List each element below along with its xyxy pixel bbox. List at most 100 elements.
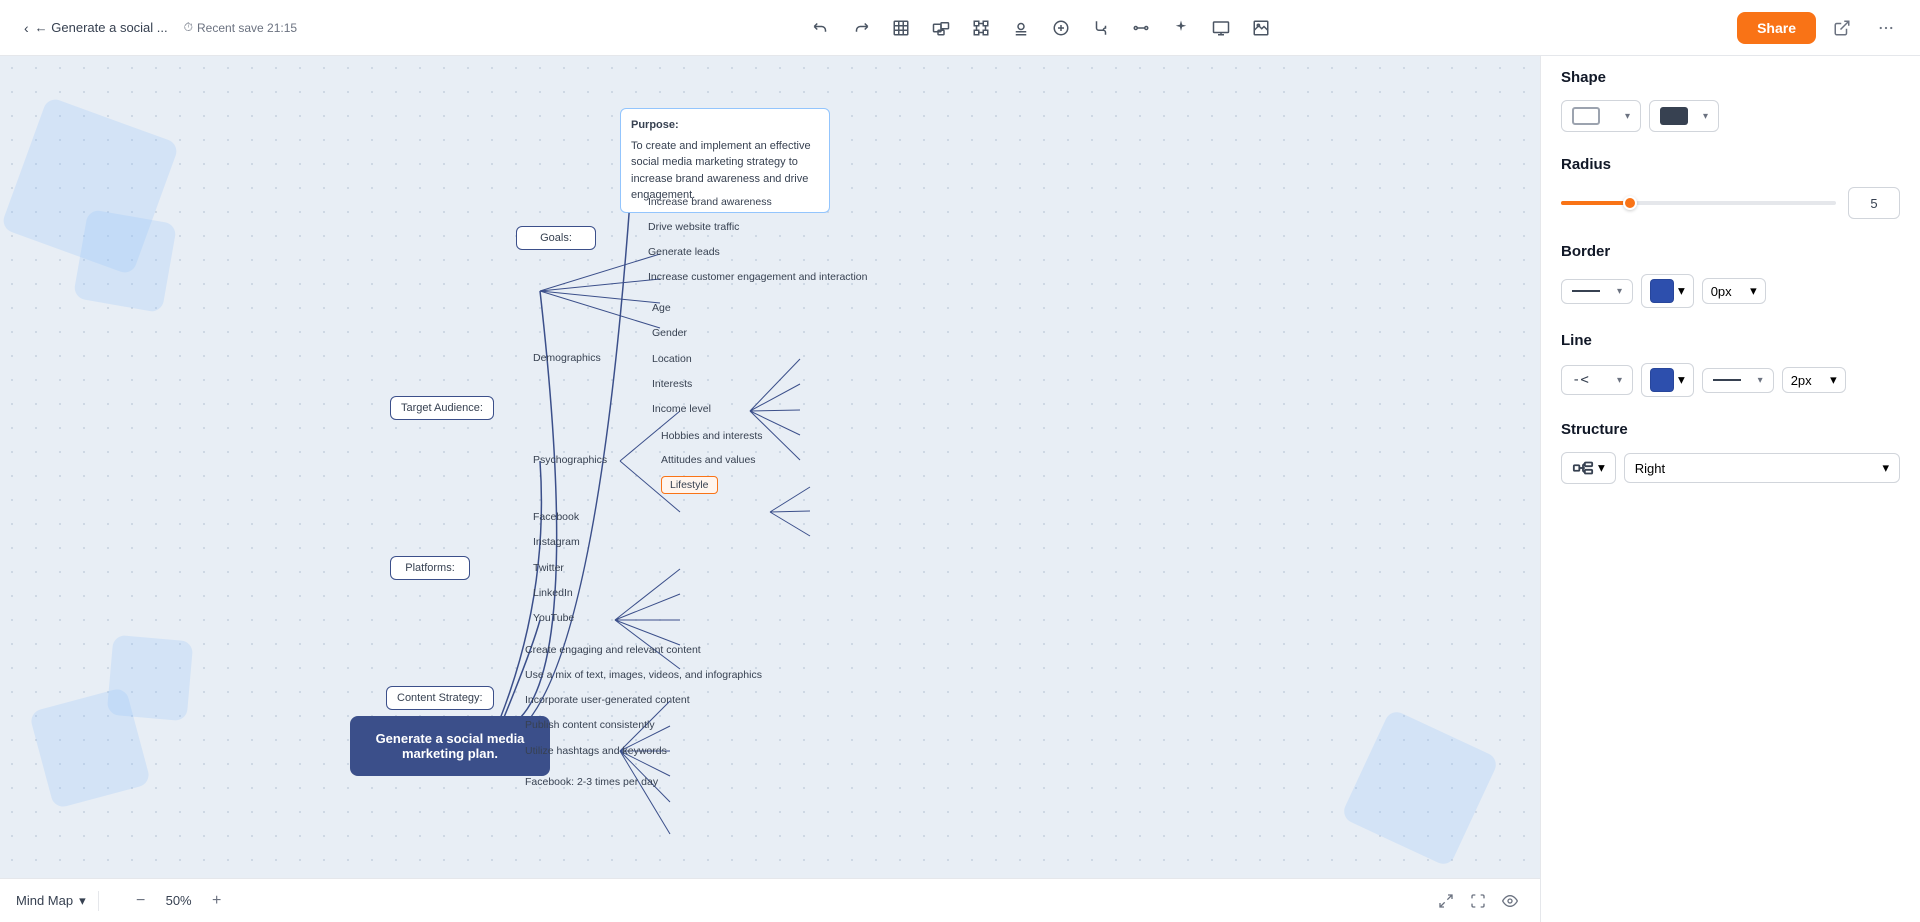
radius-input[interactable]: 5 [1848, 187, 1900, 219]
fit-screen-button[interactable] [1432, 887, 1460, 915]
map-type-chevron: ▾ [79, 893, 86, 909]
toolbar: ‹ ← Generate a social ... ⏱ Recent save … [0, 0, 1920, 56]
line-style-dash [1713, 379, 1741, 381]
toolbar-right: Share [1721, 10, 1920, 46]
goal-item-3: Generate leads [648, 246, 720, 258]
target-audience-node[interactable]: Target Audience: [390, 396, 494, 420]
line-size-dropdown[interactable]: 2px ▾ [1782, 367, 1846, 393]
panel-content: Shape ▾ ▾ Radius 5 [1541, 49, 1920, 922]
structure-icon [1572, 457, 1594, 479]
structure-direction-dropdown[interactable]: Right ▾ [1624, 453, 1900, 483]
group-tool-button[interactable] [923, 10, 959, 46]
more-button[interactable] [1868, 10, 1904, 46]
purpose-label: Purpose: [631, 117, 819, 134]
sparkle-tool-button[interactable] [1163, 10, 1199, 46]
platform-linkedin: LinkedIn [533, 587, 573, 599]
shape-color-dropdown[interactable]: ▾ [1649, 100, 1719, 132]
platform-youtube: YouTube [533, 612, 574, 624]
demo-interests: Interests [652, 378, 692, 390]
structure-controls: ▾ Right ▾ [1561, 452, 1900, 484]
platform-twitter: Twitter [533, 562, 564, 574]
shape-type-chevron: ▾ [1625, 111, 1630, 122]
line-arrow-dropdown[interactable]: -< ▾ [1561, 365, 1633, 395]
line-section: Line -< ▾ ▾ ▾ 2px ▾ [1561, 332, 1900, 397]
zoom-minus-button[interactable]: − [127, 887, 155, 915]
decorative-shape-4 [107, 635, 194, 722]
map-type-select[interactable]: Mind Map ▾ [16, 893, 86, 909]
line-style-dropdown[interactable]: ▾ [1702, 368, 1774, 393]
demo-age: Age [652, 302, 671, 314]
central-node[interactable]: Generate a social media marketing plan. [350, 716, 550, 776]
undo-button[interactable] [803, 10, 839, 46]
border-size-dropdown[interactable]: 0px ▾ [1702, 278, 1766, 304]
border-style-dropdown[interactable]: ▾ [1561, 279, 1633, 304]
zoom-level: 50% [159, 893, 199, 908]
shape-section: Shape ▾ ▾ [1561, 69, 1900, 132]
frame-tool-button[interactable] [883, 10, 919, 46]
back-button[interactable]: ‹ ← Generate a social ... [16, 16, 176, 40]
platforms-node[interactable]: Platforms: [390, 556, 470, 580]
shape-type-dropdown[interactable]: ▾ [1561, 100, 1641, 132]
line-title: Line [1561, 332, 1900, 349]
eye-button[interactable] [1496, 887, 1524, 915]
line-color-swatch [1650, 368, 1674, 392]
cs-item-4: Publish content consistently [525, 719, 655, 731]
border-color-button[interactable]: ▾ [1641, 274, 1694, 308]
goal-item-4: Increase customer engagement and interac… [648, 271, 867, 283]
bottom-icons [1432, 887, 1524, 915]
fullscreen-button[interactable] [1464, 887, 1492, 915]
shape-title: Shape [1561, 69, 1900, 86]
canvas[interactable]: Generate a social media marketing plan. … [0, 56, 1540, 878]
doc-title: ← Generate a social ... [35, 20, 168, 35]
connect-tool-button[interactable] [1123, 10, 1159, 46]
border-line-dash [1572, 290, 1600, 292]
stamp-tool-button[interactable] [1003, 10, 1039, 46]
shape-controls: ▾ ▾ [1561, 100, 1900, 132]
decorative-shape-2 [73, 209, 177, 313]
structure-icon-chevron: ▾ [1598, 460, 1605, 476]
content-strategy-node[interactable]: Content Strategy: [386, 686, 494, 710]
present-tool-button[interactable] [1203, 10, 1239, 46]
image-tool-button[interactable] [1243, 10, 1279, 46]
radius-slider-thumb[interactable] [1623, 196, 1637, 210]
line-style-chevron: ▾ [1758, 375, 1763, 386]
line-color-button[interactable]: ▾ [1641, 363, 1694, 397]
toolbar-center [360, 10, 1721, 46]
zoom-controls: − 50% + [127, 887, 231, 915]
border-color-swatch [1650, 279, 1674, 303]
border-color-chevron: ▾ [1678, 283, 1685, 299]
cs-item-3: Incorporate user-generated content [525, 694, 690, 706]
radius-title: Radius [1561, 156, 1900, 173]
save-icon: ⏱ [184, 20, 193, 35]
cs-item-2: Use a mix of text, images, videos, and i… [525, 669, 762, 681]
magic-tool-button[interactable] [963, 10, 999, 46]
structure-icon-button[interactable]: ▾ [1561, 452, 1616, 484]
redo-button[interactable] [843, 10, 879, 46]
zoom-plus-button[interactable]: + [203, 887, 231, 915]
demo-income: Income level [652, 403, 711, 415]
line-controls: -< ▾ ▾ ▾ 2px ▾ [1561, 363, 1900, 397]
radius-slider-fill [1561, 201, 1630, 205]
bottom-bar: Mind Map ▾ − 50% + [0, 878, 1540, 922]
goal-item-2: Drive website traffic [648, 221, 739, 233]
goals-node[interactable]: Goals: [516, 226, 596, 250]
share-button[interactable]: Share [1737, 12, 1816, 44]
border-size-chevron: ▾ [1750, 283, 1757, 299]
radius-section: Radius 5 [1561, 156, 1900, 219]
shape-color-preview [1660, 107, 1688, 125]
shape-color-chevron: ▾ [1703, 111, 1708, 122]
goal-item-1: Increase brand awareness [648, 196, 772, 208]
border-section: Border ▾ ▾ 0px ▾ [1561, 243, 1900, 308]
lifestyle-node[interactable]: Lifestyle [661, 476, 718, 494]
radius-slider-track[interactable] [1561, 201, 1836, 205]
line-arrow-chevron: ▾ [1617, 375, 1622, 386]
border-title: Border [1561, 243, 1900, 260]
radius-slider-row: 5 [1561, 187, 1900, 219]
psycho-attitudes: Attitudes and values [661, 454, 756, 466]
add-tool-button[interactable] [1043, 10, 1079, 46]
purpose-text: To create and implement an effective soc… [631, 138, 819, 204]
structure-title: Structure [1561, 421, 1900, 438]
back-icon: ‹ [24, 20, 29, 36]
export-button[interactable] [1824, 10, 1860, 46]
branch-tool-button[interactable] [1083, 10, 1119, 46]
